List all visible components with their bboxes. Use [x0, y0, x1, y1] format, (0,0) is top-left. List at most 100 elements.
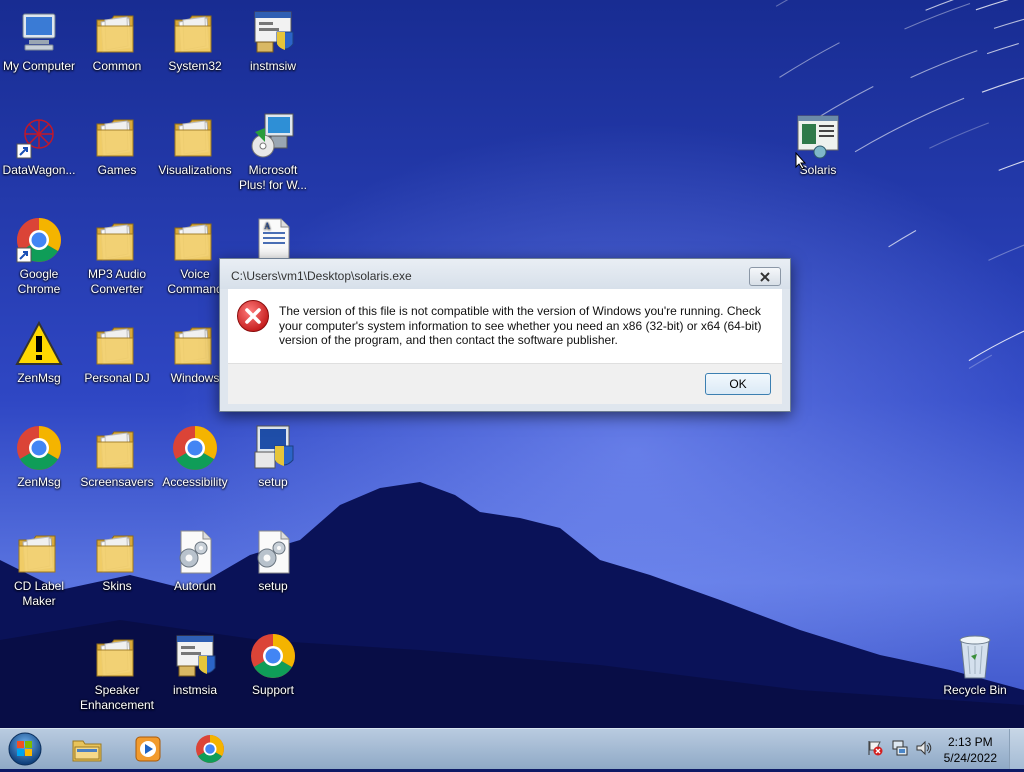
chrome-icon — [15, 216, 63, 264]
folder-icon — [93, 320, 141, 368]
start-orb-icon — [6, 731, 44, 767]
desktop-icon-screensavers[interactable]: Screensavers — [78, 424, 156, 490]
desktop-icon-google-chrome[interactable]: Google Chrome — [0, 216, 78, 297]
desktop-icon-label: Personal DJ — [78, 371, 156, 386]
desktop-icon-system32[interactable]: System32 — [156, 8, 234, 74]
settings-file-icon — [249, 528, 297, 576]
desktop-icon-visualizations[interactable]: Visualizations — [156, 112, 234, 178]
desktop-icon-setup-1[interactable]: setup — [234, 424, 312, 490]
taskbar-media-player[interactable] — [119, 731, 177, 767]
clock-date: 5/24/2022 — [944, 750, 997, 766]
error-dialog: C:\Users\vm1\Desktop\solaris.exe The ver… — [219, 258, 791, 412]
folder-icon — [93, 632, 141, 680]
datawagon-shortcut-icon — [15, 112, 63, 160]
clock-time: 2:13 PM — [944, 734, 997, 750]
error-icon — [236, 299, 270, 333]
desktop-icon-label: instmsiw — [234, 59, 312, 74]
desktop-icon-label: MP3 Audio Converter — [78, 267, 156, 297]
desktop-icon-personal-dj[interactable]: Personal DJ — [78, 320, 156, 386]
desktop-icon-games[interactable]: Games — [78, 112, 156, 178]
desktop-icon-zenmsg-chrome[interactable]: ZenMsg — [0, 424, 78, 490]
desktop-icon-support[interactable]: Support — [234, 632, 312, 698]
mouse-cursor-icon — [795, 152, 807, 170]
desktop-icon-label: Common — [78, 59, 156, 74]
desktop-icon-label: Accessibility — [156, 475, 234, 490]
desktop-icon-speaker-enhancement[interactable]: Speaker Enhancement — [78, 632, 156, 713]
folder-icon — [171, 8, 219, 56]
dialog-content: The version of this file is not compatib… — [228, 289, 782, 363]
desktop-icon-label: System32 — [156, 59, 234, 74]
volume-icon[interactable] — [915, 739, 933, 757]
desktop-icon-common[interactable]: Common — [78, 8, 156, 74]
show-desktop-button[interactable] — [1009, 729, 1024, 769]
desktop-icon-label: Screensavers — [78, 475, 156, 490]
setup-computer-cd-icon — [249, 112, 297, 160]
desktop-icon-instmsiw[interactable]: instmsiw — [234, 8, 312, 74]
desktop-icon-autorun[interactable]: Autorun — [156, 528, 234, 594]
desktop-icon-recycle-bin[interactable]: Recycle Bin — [936, 632, 1014, 698]
document-icon: A — [249, 216, 297, 264]
desktop-icon-cd-label-maker[interactable]: CD Label Maker — [0, 528, 78, 609]
settings-file-icon — [171, 528, 219, 576]
desktop-icon-label: Games — [78, 163, 156, 178]
folder-icon — [93, 8, 141, 56]
media-player-icon — [133, 734, 163, 764]
desktop-icon-setup-2[interactable]: setup — [234, 528, 312, 594]
desktop[interactable]: My Computer DataWagon... Google Chrome Z… — [0, 0, 1024, 728]
desktop-icon-mp3-audio-converter[interactable]: MP3 Audio Converter — [78, 216, 156, 297]
desktop-icon-label: Visualizations — [156, 163, 234, 178]
chrome-icon — [195, 734, 225, 764]
desktop-icon-label: DataWagon... — [0, 163, 78, 178]
folder-icon — [171, 216, 219, 264]
svg-text:A: A — [264, 221, 271, 231]
ok-button[interactable]: OK — [705, 373, 771, 395]
warning-icon — [15, 320, 63, 368]
desktop-icon-my-computer[interactable]: My Computer — [0, 8, 78, 74]
desktop-icon-solaris[interactable]: Solaris — [779, 112, 857, 178]
desktop-icon-label: Support — [234, 683, 312, 698]
desktop-icon-label: My Computer — [0, 59, 78, 74]
desktop-icon-label: Autorun — [156, 579, 234, 594]
dialog-titlebar[interactable]: C:\Users\vm1\Desktop\solaris.exe — [220, 259, 790, 289]
desktop-icon-accessibility[interactable]: Accessibility — [156, 424, 234, 490]
desktop-icon-zenmsg-warning[interactable]: ZenMsg — [0, 320, 78, 386]
installer-icon — [249, 8, 297, 56]
folder-icon — [171, 320, 219, 368]
setup-installer-icon — [249, 424, 297, 472]
desktop-icon-label: Speaker Enhancement — [78, 683, 156, 713]
desktop-icon-label: setup — [234, 475, 312, 490]
taskbar-file-explorer[interactable] — [58, 731, 116, 767]
action-center-flag-icon[interactable] — [866, 739, 884, 757]
desktop-icon-datawagon[interactable]: DataWagon... — [0, 112, 78, 178]
error-message: The version of this file is not compatib… — [279, 304, 779, 348]
desktop-icon-label: instmsia — [156, 683, 234, 698]
desktop-icon-label: ZenMsg — [0, 475, 78, 490]
desktop-icon-label: Skins — [78, 579, 156, 594]
desktop-icon-instmsia[interactable]: instmsia — [156, 632, 234, 698]
folder-icon — [171, 112, 219, 160]
network-icon[interactable] — [891, 739, 909, 757]
close-button[interactable] — [749, 267, 781, 286]
chrome-icon — [171, 424, 219, 472]
folder-icon — [93, 112, 141, 160]
taskbar-chrome[interactable] — [181, 731, 239, 767]
desktop-icon-label: setup — [234, 579, 312, 594]
recycle-bin-icon — [951, 632, 999, 680]
chrome-icon — [249, 632, 297, 680]
taskbar: 2:13 PM 5/24/2022 — [0, 728, 1024, 769]
desktop-icon-label: ZenMsg — [0, 371, 78, 386]
desktop-icon-microsoft-plus[interactable]: Microsoft Plus! for W... — [234, 112, 312, 193]
desktop-icon-label: Recycle Bin — [936, 683, 1014, 698]
desktop-icon-skins[interactable]: Skins — [78, 528, 156, 594]
file-explorer-icon — [71, 735, 103, 763]
desktop-icon-label: Google Chrome — [0, 267, 78, 297]
chrome-icon — [15, 424, 63, 472]
folder-icon — [93, 424, 141, 472]
folder-icon — [93, 528, 141, 576]
dialog-title: C:\Users\vm1\Desktop\solaris.exe — [231, 269, 412, 283]
installer-icon — [171, 632, 219, 680]
close-icon — [759, 272, 771, 282]
folder-icon — [15, 528, 63, 576]
start-button[interactable] — [6, 731, 44, 767]
system-clock[interactable]: 2:13 PM 5/24/2022 — [944, 734, 997, 766]
